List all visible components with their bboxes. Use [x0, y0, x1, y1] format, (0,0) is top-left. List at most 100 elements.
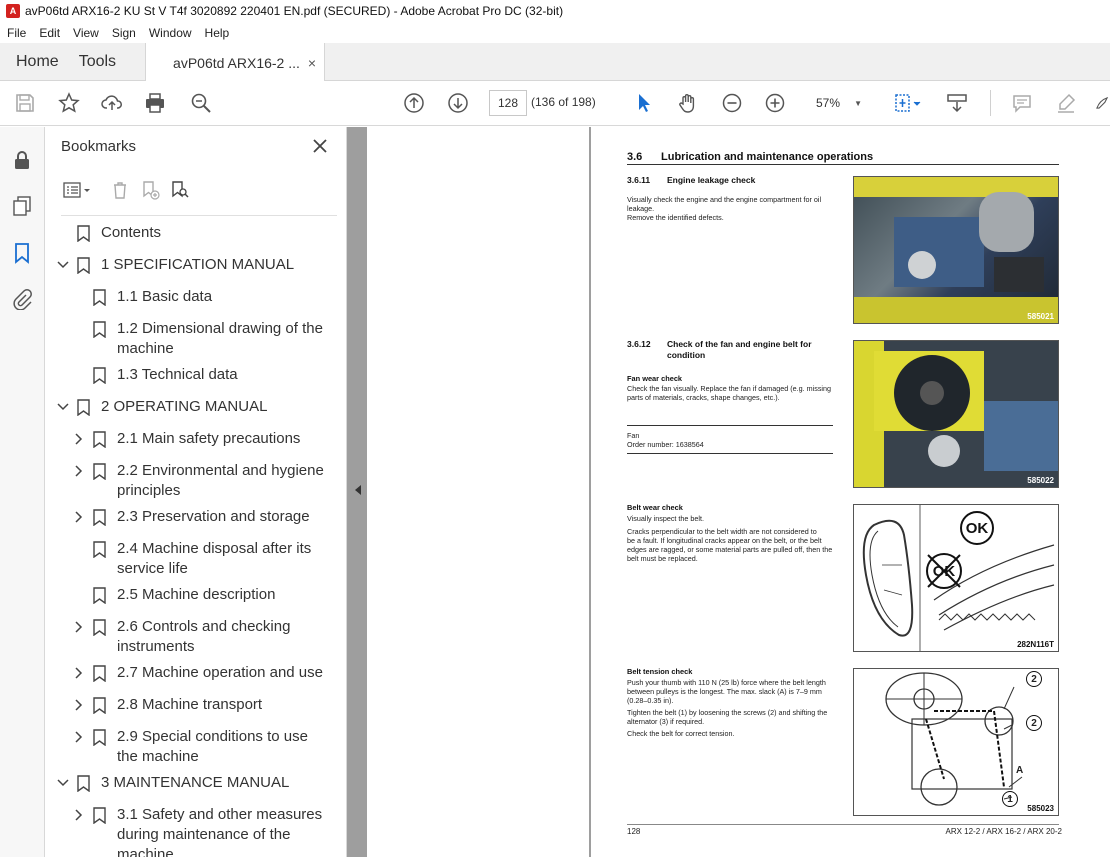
print-icon[interactable] [142, 90, 168, 116]
tab-home-label: Home [16, 52, 59, 70]
navigation-rail [0, 127, 45, 857]
draw-icon[interactable] [1094, 90, 1110, 116]
star-icon[interactable] [56, 90, 82, 116]
tab-tools-label: Tools [78, 52, 117, 70]
menu-help[interactable]: Help [198, 26, 236, 40]
fan-photo: 585022 [853, 340, 1059, 488]
menu-window[interactable]: Window [142, 26, 198, 40]
bookmark-label: 1.1 Basic data [117, 288, 213, 305]
chevron-right-icon[interactable] [73, 617, 85, 637]
collapse-panel-icon[interactable] [353, 483, 365, 499]
callout-2: 2 [1026, 715, 1042, 731]
ok-badge: OK [960, 511, 994, 545]
chevron-down-icon[interactable] [57, 773, 69, 793]
text-line: Visually inspect the belt. [627, 514, 704, 523]
tab-bar: Home Tools avP06td ARX16-2 ... × [0, 43, 1110, 82]
bookmark-panel-icon[interactable] [9, 240, 35, 266]
bookmark-label: 2.3 Preservation and storage [117, 508, 310, 525]
tab-tools[interactable]: Tools [75, 43, 132, 80]
bookmark-label: Contents [101, 224, 162, 241]
save-icon[interactable] [12, 90, 38, 116]
subsection-number: 3.6.12 [627, 339, 651, 349]
chevron-right-icon[interactable] [73, 727, 85, 747]
page-thumbnails-icon[interactable] [9, 193, 35, 219]
callout-1: 1 [1002, 791, 1018, 807]
chevron-right-icon[interactable] [73, 461, 85, 481]
hand-tool-icon[interactable] [675, 90, 701, 116]
chevron-right-icon[interactable] [73, 663, 85, 683]
chevron-down-icon[interactable] [57, 397, 69, 417]
bookmark-icon [93, 287, 107, 307]
chevron-down-icon[interactable] [57, 255, 69, 275]
options-menu-icon[interactable] [59, 178, 97, 202]
callout-2: 2 [1026, 671, 1042, 687]
next-page-icon[interactable] [445, 90, 471, 116]
section-heading: 3.6 Lubrication and maintenance operation… [627, 151, 1059, 165]
bookmark-icon [93, 727, 107, 747]
zoom-out-icon[interactable] [719, 90, 745, 116]
chevron-right-icon[interactable] [73, 507, 85, 527]
bookmark-icon [77, 223, 91, 243]
bookmark-icon [93, 319, 107, 339]
bookmark-icon [93, 429, 107, 449]
zoom-search-icon[interactable] [188, 90, 214, 116]
bookmark-label: 2.6 Controls and checking [117, 618, 291, 635]
close-tab-icon[interactable]: × [308, 55, 316, 71]
bookmark-label: 2.7 Machine operation and use [117, 664, 323, 681]
divider-line [627, 453, 833, 454]
bookmark-icon [93, 695, 107, 715]
tab-document-label: avP06td ARX16-2 ... [173, 54, 300, 71]
paragraph: Check the fan visually. Replace the fan … [627, 384, 842, 402]
chevron-right-icon[interactable] [73, 695, 85, 715]
belt-tension-figure: 2 2 1 A 585023 [853, 668, 1059, 816]
select-cursor-icon[interactable] [631, 90, 657, 116]
menu-sign[interactable]: Sign [105, 26, 142, 40]
bookmark-label: 3 MAINTENANCE MANUAL [101, 774, 290, 791]
subsection-title: Engine leakage check [667, 175, 756, 185]
tab-document[interactable]: avP06td ARX16-2 ... × [145, 43, 326, 82]
zoom-value: 57% [816, 96, 841, 110]
menu-view[interactable]: View [66, 26, 105, 40]
find-bookmark-icon[interactable] [165, 178, 195, 202]
engine-photo: 585021 [853, 176, 1059, 324]
bookmark-icon [77, 397, 91, 417]
chevron-right-icon[interactable] [73, 429, 85, 449]
scroll-mode-icon[interactable] [944, 90, 970, 116]
part-name: Fan [627, 431, 640, 440]
attachment-icon[interactable] [9, 286, 35, 312]
bookmark-icon [93, 585, 107, 605]
zoom-in-icon[interactable] [762, 90, 788, 116]
highlight-pen-icon[interactable] [1053, 90, 1079, 116]
photo-reference: 585021 [1027, 312, 1054, 321]
zoom-select[interactable]: 57% ▼ [808, 90, 866, 116]
footer-line [627, 824, 1059, 825]
text-line: between pulleys is the longest. The max.… [627, 687, 822, 696]
subsection-heading: 3.6.12 Check of the fan and engine belt … [627, 339, 847, 363]
chevron-right-icon[interactable] [73, 805, 85, 825]
fit-page-icon[interactable] [890, 90, 926, 116]
bookmarks-title: Bookmarks [61, 138, 137, 155]
menu-file[interactable]: File [0, 26, 32, 40]
upload-cloud-icon[interactable] [99, 90, 125, 116]
page-number-input[interactable]: 128 [489, 90, 527, 116]
figure-reference: 282N116T [1017, 640, 1054, 649]
photo-reference: 585022 [1027, 476, 1054, 485]
window-title: avP06td ARX16-2 KU St V T4f 3020892 2204… [25, 4, 564, 18]
tab-home[interactable]: Home [0, 43, 75, 80]
delete-bookmark-icon[interactable] [105, 178, 135, 202]
close-panel-icon[interactable] [311, 137, 329, 155]
new-bookmark-icon[interactable] [135, 178, 165, 202]
document-view[interactable]: 3.6 Lubrication and maintenance operation… [347, 127, 1110, 857]
bookmark-label-line2: instruments [117, 638, 195, 655]
main-toolbar: 128 (136 of 198) 57% ▼ [0, 81, 1110, 126]
bookmark-label-line2: principles [117, 482, 181, 499]
bookmark-label: 1.2 Dimensional drawing of the [117, 320, 323, 337]
comment-icon[interactable] [1009, 90, 1035, 116]
previous-page-icon[interactable] [401, 90, 427, 116]
lock-icon[interactable] [9, 147, 35, 173]
paragraph: Visually check the engine and the engine… [627, 195, 839, 222]
menu-edit[interactable]: Edit [32, 26, 66, 40]
text-line: leakage. [627, 204, 655, 213]
acrobat-app-icon: A [6, 4, 20, 18]
bookmark-label: 2.8 Machine transport [117, 696, 263, 713]
